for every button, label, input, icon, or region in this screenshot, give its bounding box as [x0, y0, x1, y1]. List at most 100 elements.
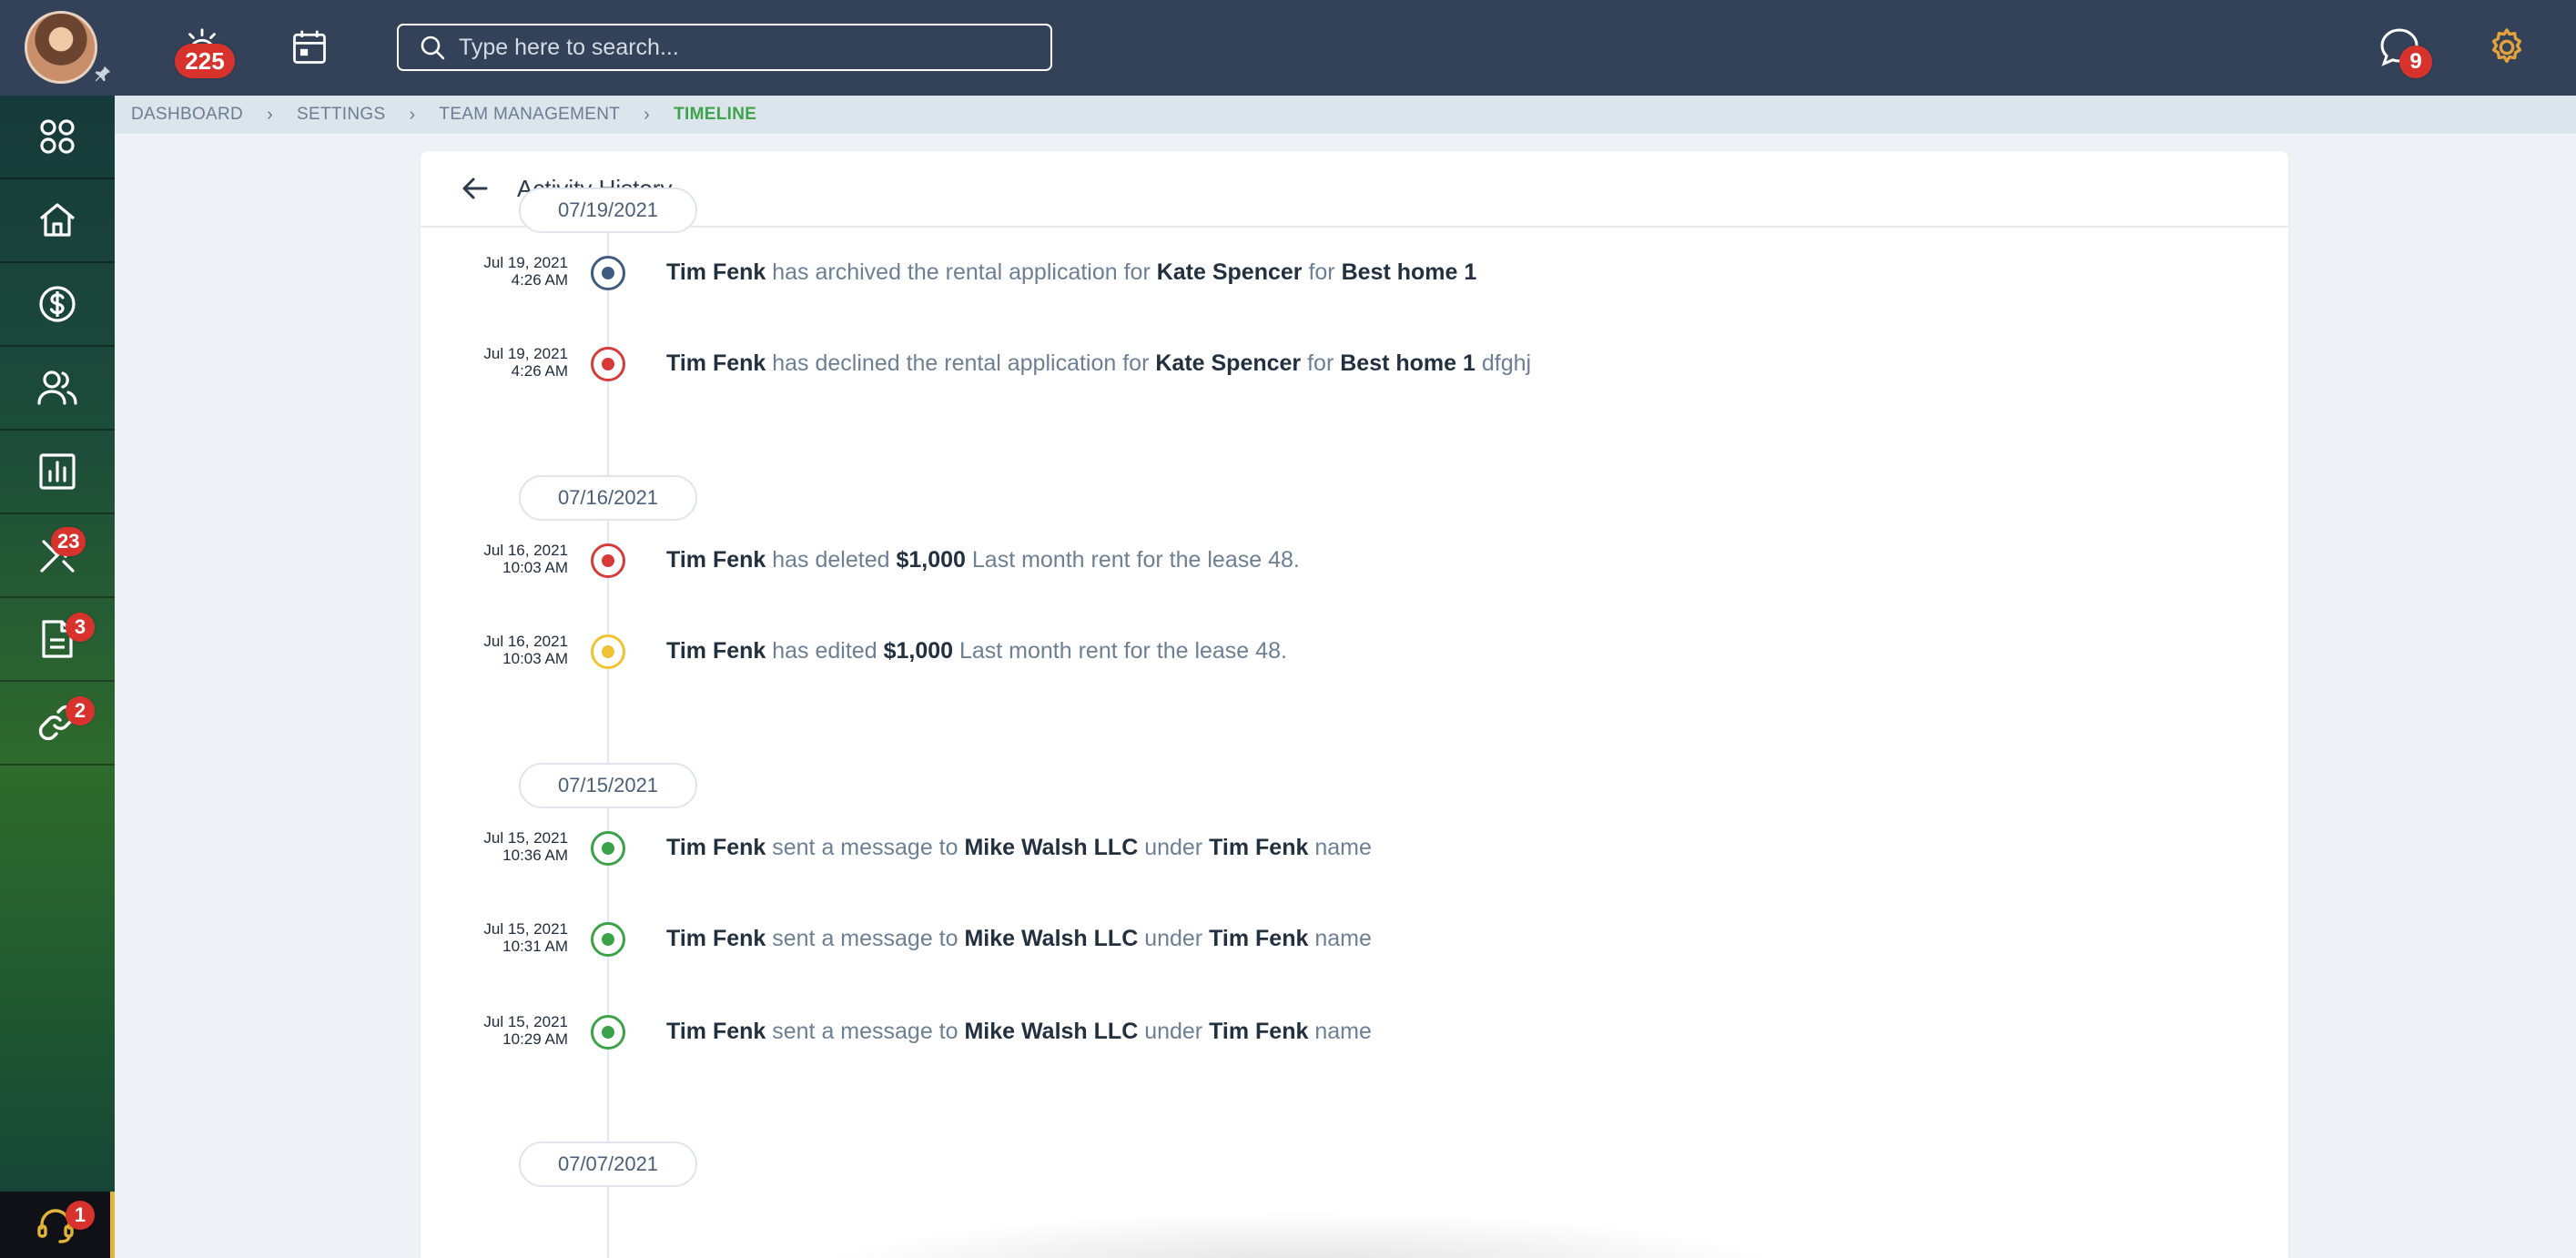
calendar-icon[interactable]	[284, 22, 335, 73]
entry-date: Jul 19, 2021	[483, 345, 568, 362]
status-dot-icon	[591, 922, 625, 957]
entry-message: Tim Fenk has archived the rental applica…	[666, 259, 1476, 286]
entry-date: Jul 15, 2021	[483, 829, 568, 847]
entry-text: has deleted	[766, 547, 897, 573]
status-dot-icon	[591, 543, 625, 578]
entry-message: Tim Fenk has deleted $1,000 Last month r…	[666, 547, 1300, 573]
entry-entity: Mike Walsh LLC	[964, 926, 1139, 951]
notifications-badge: 225	[175, 44, 235, 78]
date-pill: 07/15/2021	[519, 763, 697, 808]
entry-entity: $1,000	[883, 638, 954, 664]
entry-text: for	[1301, 350, 1341, 376]
pin-icon[interactable]	[93, 64, 113, 84]
date-pill: 07/16/2021	[519, 475, 697, 521]
entry-text: has archived the rental application for	[766, 259, 1157, 285]
entry-message: Tim Fenk has declined the rental applica…	[666, 350, 1531, 377]
entry-date: Jul 15, 2021	[483, 1013, 568, 1030]
entry-time: 10:29 AM	[502, 1030, 568, 1048]
timeline-entry: Jul 15, 2021 10:29 AM Tim Fenk sent a mess…	[421, 1004, 2241, 1059]
entry-timestamp: Jul 15, 2021 10:29 AM	[421, 1013, 568, 1048]
back-arrow-icon[interactable]	[457, 170, 493, 207]
entry-entity: Mike Walsh LLC	[964, 1019, 1139, 1044]
timeline-entry: Jul 15, 2021 10:31 AM Tim Fenk sent a mess…	[421, 911, 2241, 966]
sidebar: 23 3 2	[0, 96, 115, 1258]
status-dot-icon	[591, 634, 625, 669]
gear-icon[interactable]	[2481, 22, 2532, 73]
entry-text: name	[1308, 835, 1372, 860]
breadcrumb-team-management[interactable]: TEAM MANAGEMENT	[439, 105, 620, 125]
documents-badge: 3	[66, 613, 95, 642]
entry-time: 10:03 AM	[502, 559, 568, 576]
search-icon	[421, 36, 445, 60]
breadcrumb: DASHBOARD › SETTINGS › TEAM MANAGEMENT ›…	[115, 96, 2576, 134]
search-input[interactable]	[459, 34, 1041, 61]
entry-time: 10:03 AM	[502, 650, 568, 667]
sidebar-item-people[interactable]	[0, 347, 115, 431]
entry-message: Tim Fenk has edited $1,000 Last month re…	[666, 638, 1287, 665]
sidebar-item-maintenance[interactable]: 23	[0, 514, 115, 598]
entry-date: Jul 19, 2021	[483, 254, 568, 271]
entry-text: has edited	[766, 638, 884, 664]
support-button[interactable]: 1	[0, 1192, 115, 1258]
entry-entity: Tim Fenk	[666, 638, 766, 664]
messages-badge: 9	[2399, 46, 2432, 78]
breadcrumb-timeline: TIMELINE	[674, 105, 757, 124]
chevron-right-icon: ›	[409, 104, 416, 125]
sidebar-item-documents[interactable]: 3	[0, 598, 115, 682]
timeline-entry: Jul 15, 2021 10:36 AM Tim Fenk sent a mess…	[421, 820, 2241, 875]
activity-card: Activity History 07/19/2021Jul 19, 20214…	[421, 151, 2288, 1258]
entry-message: Tim Fenk sent a message to Mike Walsh LL…	[666, 1019, 1372, 1045]
entry-entity: $1,000	[896, 547, 966, 573]
entry-text: Last month rent for the lease 48.	[953, 638, 1287, 664]
entry-text: sent a message to	[766, 926, 965, 951]
entry-timestamp: Jul 19, 2021 4:26 AM	[421, 254, 568, 289]
entry-text: name	[1308, 926, 1372, 951]
chevron-right-icon: ›	[644, 104, 651, 125]
entry-message: Tim Fenk sent a message to Mike Walsh LL…	[666, 926, 1372, 952]
entry-text: for	[1302, 259, 1342, 285]
entry-entity: Tim Fenk	[666, 350, 766, 376]
entry-entity: Tim Fenk	[1209, 835, 1309, 860]
grid-icon	[40, 119, 75, 154]
entry-timestamp: Jul 15, 2021 10:31 AM	[421, 920, 568, 955]
card-header: Activity History	[421, 151, 2288, 228]
user-avatar[interactable]	[25, 11, 97, 84]
users-icon	[37, 370, 77, 405]
entry-time: 10:31 AM	[502, 938, 568, 955]
entry-text: sent a message to	[766, 835, 965, 860]
links-badge: 2	[66, 696, 95, 725]
breadcrumb-settings[interactable]: SETTINGS	[297, 105, 385, 125]
entry-entity: Mike Walsh LLC	[964, 835, 1139, 860]
sidebar-item-links[interactable]: 2	[0, 682, 115, 766]
status-dot-icon	[591, 256, 625, 290]
entry-entity: Best home 1	[1341, 259, 1477, 285]
support-badge: 1	[66, 1201, 95, 1230]
entry-timestamp: Jul 15, 2021 10:36 AM	[421, 829, 568, 864]
entry-entity: Tim Fenk	[666, 1019, 766, 1044]
entry-text: dfghj	[1475, 350, 1532, 376]
entry-text: has declined the rental application for	[766, 350, 1156, 376]
entry-entity: Tim Fenk	[666, 835, 766, 860]
sidebar-item-apps[interactable]	[0, 96, 115, 179]
timeline-entry: Jul 19, 2021 4:26 AM Tim Fenk has declined…	[421, 336, 2241, 391]
entry-text: under	[1138, 835, 1210, 860]
entry-entity: Kate Spencer	[1155, 350, 1302, 376]
breadcrumb-dashboard[interactable]: DASHBOARD	[131, 105, 243, 125]
entry-timestamp: Jul 19, 2021 4:26 AM	[421, 345, 568, 380]
entry-timestamp: Jul 16, 2021 10:03 AM	[421, 542, 568, 576]
entry-date: Jul 16, 2021	[483, 542, 568, 559]
dollar-icon	[39, 286, 76, 322]
entry-entity: Tim Fenk	[666, 926, 766, 951]
entry-date: Jul 16, 2021	[483, 633, 568, 650]
sidebar-item-finance[interactable]	[0, 263, 115, 347]
sidebar-item-reports[interactable]	[0, 431, 115, 514]
timeline-entry: Jul 16, 2021 10:03 AM Tim Fenk has edited …	[421, 624, 2241, 678]
sidebar-item-home[interactable]	[0, 179, 115, 263]
status-dot-icon	[591, 347, 625, 381]
status-dot-icon	[591, 831, 625, 866]
entry-entity: Tim Fenk	[666, 547, 766, 573]
entry-timestamp: Jul 16, 2021 10:03 AM	[421, 633, 568, 667]
entry-time: 10:36 AM	[502, 847, 568, 864]
search-box[interactable]	[397, 24, 1052, 71]
home-icon	[39, 203, 76, 237]
